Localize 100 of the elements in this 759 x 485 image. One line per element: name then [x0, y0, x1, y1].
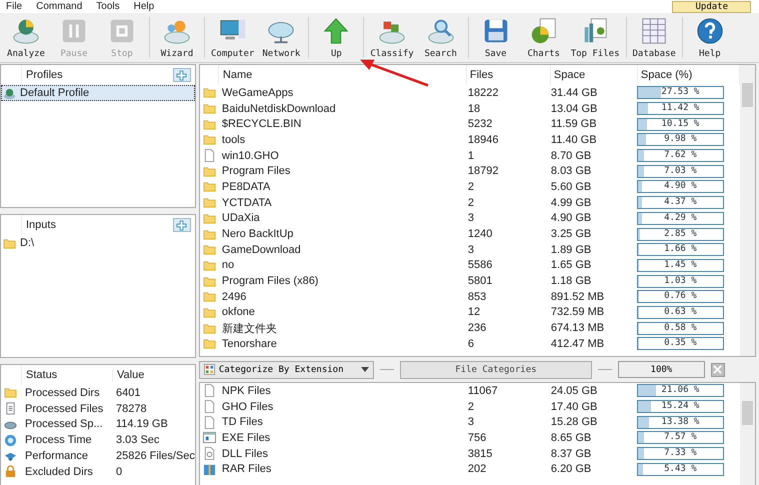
files-cell-text: 756 [466, 432, 488, 444]
space-cell-text: 8.03 GB [550, 165, 592, 178]
percent-text: 0.63 % [663, 306, 698, 318]
files-cell-text: 5801 [466, 275, 494, 288]
column-header[interactable]: Files [466, 65, 551, 85]
menu-item[interactable]: Command [36, 1, 82, 12]
percent-text: 7.33 % [663, 448, 698, 460]
lock-icon [4, 465, 17, 478]
column-header[interactable]: Status [22, 369, 113, 381]
percent-text: 27.53 % [660, 87, 700, 98]
status-label: Processed Dirs [25, 386, 101, 399]
space-cell-text: 732.59 MB [550, 306, 606, 318]
toolbar-button[interactable]: Search [416, 13, 465, 62]
category-title: File Categories [400, 360, 592, 378]
percent-text: 13.38 % [660, 416, 700, 428]
toolbar-button[interactable]: Top Files [568, 13, 622, 62]
name-cell-text: NPK Files [222, 384, 272, 397]
toolbar-button[interactable]: Charts [520, 13, 568, 62]
percent-text: 1.66 % [663, 244, 698, 256]
menu-item[interactable]: Tools [96, 1, 120, 12]
files-cell-text: 2 [466, 196, 476, 209]
toolbar-button[interactable]: Network [257, 13, 306, 62]
toolbar-button[interactable]: Database [630, 13, 679, 62]
status-value: 78278 [115, 402, 147, 415]
name-cell-text: BaiduNetdiskDownload [222, 102, 337, 115]
files-cell-text: 1240 [466, 228, 494, 240]
toolbar-button[interactable]: Analyze [2, 13, 50, 62]
files-cell-text: 5586 [466, 259, 494, 272]
scrollbar[interactable] [740, 383, 755, 485]
status-label: Excluded Dirs [25, 466, 94, 478]
toolbar-button[interactable]: Up [312, 13, 360, 62]
files-cell-text: 3 [466, 244, 476, 256]
space-cell-text: 11.40 GB [550, 134, 598, 146]
space-cell-text: 412.47 MB [550, 338, 606, 350]
profile-disk-icon [3, 86, 16, 100]
add-button[interactable] [172, 68, 191, 82]
percent-text: 1.03 % [663, 276, 698, 287]
column-header[interactable]: Space [550, 65, 638, 85]
name-cell-text: $RECYCLE.BIN [222, 118, 302, 130]
category-dropdown[interactable]: Categorize By Extension [198, 360, 374, 378]
name-cell-text: 2496 [222, 290, 248, 303]
name-cell-text: RAR Files [222, 463, 272, 476]
space-cell-text: 4.90 GB [550, 212, 592, 224]
menu-item[interactable]: Help [134, 1, 154, 12]
help-icon [694, 16, 725, 46]
space-cell-text: 8.37 GB [550, 448, 592, 460]
list-item[interactable]: Default Profile [1, 85, 195, 101]
zoom-button[interactable]: 100% [618, 361, 705, 378]
toolbar-button[interactable]: Classify [367, 13, 417, 62]
files-cell-text: 18 [466, 102, 482, 115]
toolbar-button[interactable]: Help [686, 13, 734, 62]
space-cell-text: 17.40 GB [550, 400, 598, 413]
status-label: Process Time [25, 434, 93, 446]
document-icon [4, 402, 17, 416]
space-cell-text: 15.28 GB [550, 416, 598, 428]
status-value: 3.03 Sec [115, 434, 160, 446]
percent-text: 4.37 % [663, 197, 698, 208]
files-cell-text: 18222 [466, 86, 500, 99]
close-button[interactable] [710, 362, 725, 376]
list-item[interactable]: D:\ [1, 235, 195, 251]
plus-icon [176, 70, 188, 80]
files-cell-text: 2 [466, 180, 476, 193]
status-value: 25826 Files/Sec [115, 450, 195, 462]
name-cell-text: EXE Files [222, 432, 272, 444]
files-cell-text: 236 [466, 322, 488, 334]
percent-text: 11.42 % [660, 103, 700, 114]
toolbar-button[interactable]: Save [472, 13, 520, 62]
space-cell-text: 891.52 MB [550, 290, 606, 303]
status-value: 0 [115, 466, 122, 478]
space-cell-text: 24.05 GB [550, 384, 598, 397]
name-cell-text: no [222, 259, 236, 272]
column-header[interactable]: Value [113, 369, 144, 381]
scrollbar[interactable] [740, 65, 755, 356]
percent-text: 15.24 % [660, 401, 700, 412]
name-cell-text: TD Files [222, 416, 264, 428]
percent-text: 7.57 % [663, 432, 698, 444]
files-cell-text: 18792 [466, 165, 500, 178]
menu-item[interactable]: File [6, 1, 22, 12]
space-cell-text: 11.59 GB [550, 118, 598, 130]
percent-text: 9.98 % [663, 134, 698, 146]
caret-icon [360, 367, 369, 372]
space-cell-text: 13.04 GB [550, 102, 598, 115]
name-cell-text: Tenorshare [222, 338, 278, 350]
name-cell-text: okfone [222, 306, 256, 318]
space-cell-text: 5.60 GB [550, 180, 592, 193]
percent-text: 7.03 % [663, 166, 698, 177]
update-button[interactable]: Update [672, 0, 751, 12]
add-button[interactable] [172, 218, 191, 232]
space-cell-text: 4.99 GB [550, 196, 592, 209]
name-cell-text: Program Files [222, 165, 292, 178]
status-label: Performance [25, 450, 89, 462]
percent-text: 1.45 % [663, 260, 698, 271]
toolbar-button[interactable]: Wizard [153, 13, 201, 62]
files-cell-text: 3 [466, 212, 476, 224]
percent-text: 4.90 % [663, 181, 698, 192]
toolbar-button[interactable]: Computer [208, 13, 258, 62]
percent-text: 2.85 % [663, 228, 698, 240]
name-cell-text: WeGameApps [222, 86, 294, 99]
percent-text: 7.62 % [663, 150, 698, 162]
percent-text: 10.15 % [660, 118, 700, 130]
